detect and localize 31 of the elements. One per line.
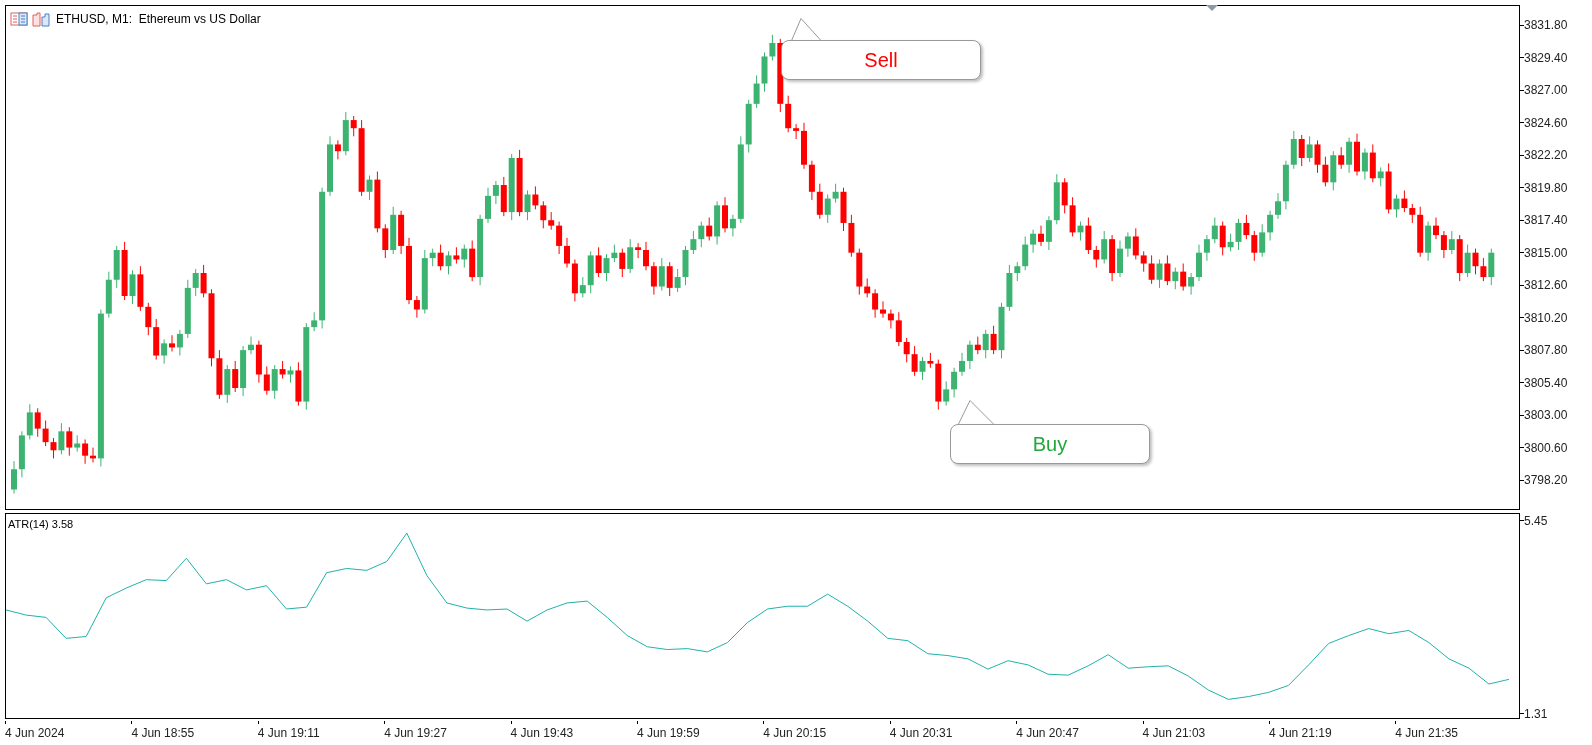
time-axis-label: 4 Jun 19:27	[384, 725, 448, 742]
price-axis-label: 3807.80	[1524, 342, 1568, 360]
indicator-label: ATR(14) 3.58	[8, 517, 74, 532]
price-axis-label: 3824.60	[1524, 114, 1568, 132]
time-axis-label: 4 Jun 18:55	[131, 725, 196, 742]
price-axis-label: 3812.60	[1524, 277, 1568, 295]
time-axis-label: 4 Jun 19:59	[636, 725, 701, 742]
time-axis-label: 4 Jun 20:31	[889, 725, 954, 742]
price-axis-label: 3798.20	[1524, 472, 1568, 490]
price-axis-label: 3805.40	[1524, 374, 1568, 392]
price-axis-label: 3819.80	[1524, 179, 1568, 197]
time-axis-label: 4 Jun 2024	[5, 725, 66, 742]
indicator-axis-label: 5.45	[1524, 513, 1548, 530]
time-axis-label: 4 Jun 19:43	[510, 725, 575, 742]
price-axis-label: 3810.20	[1524, 309, 1568, 327]
time-axis-label: 4 Jun 19:11	[257, 725, 321, 742]
price-axis-label: 3800.60	[1524, 439, 1568, 457]
time-axis-label: 4 Jun 20:47	[1016, 725, 1080, 742]
price-axis-label: 3815.00	[1524, 244, 1568, 262]
time-axis-label: 4 Jun 21:03	[1142, 725, 1207, 742]
time-axis-label: 4 Jun 20:15	[763, 725, 828, 742]
price-axis-label: 3829.40	[1524, 49, 1568, 67]
price-axis-label: 3827.00	[1524, 82, 1568, 100]
chart-title: ETHUSD, M1: Ethereum vs US Dollar	[56, 11, 261, 28]
indicator-axis-label: 1.31	[1524, 705, 1548, 723]
price-axis-label: 3822.20	[1524, 147, 1568, 165]
time-axis-label: 4 Jun 21:19	[1268, 725, 1333, 742]
price-axis-label: 3831.80	[1524, 17, 1568, 35]
price-axis-label: 3817.40	[1524, 212, 1568, 230]
price-axis-label: 3803.00	[1524, 407, 1568, 425]
time-axis-label: 4 Jun 21:35	[1395, 725, 1459, 742]
